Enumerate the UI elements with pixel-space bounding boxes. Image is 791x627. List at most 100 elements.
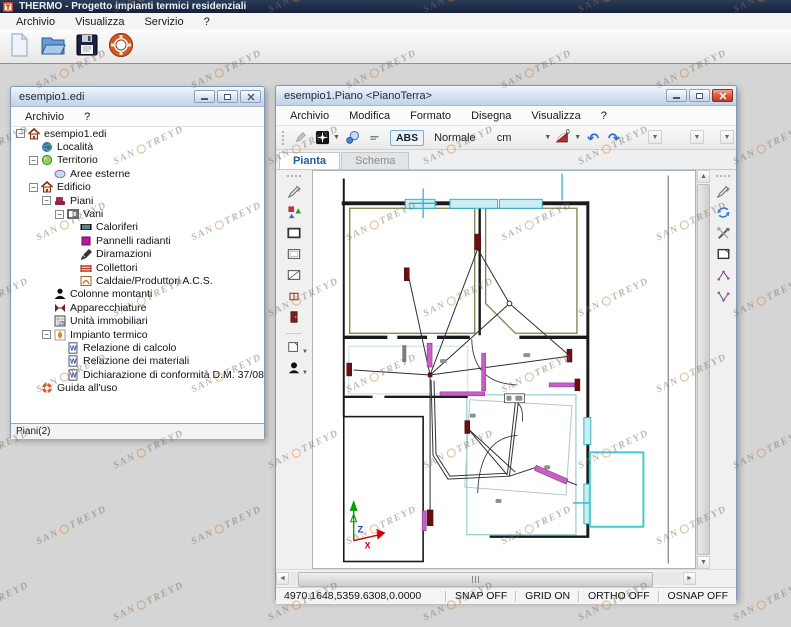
tree-node-guida-all-uso[interactable]: Guida all'uso	[11, 381, 264, 394]
menu-item-formato[interactable]: Formato	[400, 109, 461, 123]
menu-item-disegna[interactable]: Disegna	[461, 109, 521, 123]
tree-expander[interactable]: −	[42, 330, 51, 340]
menu-item-archivio[interactable]: Archivio	[15, 110, 74, 124]
snap-toggle[interactable]: SNAP OFF	[447, 590, 515, 602]
horizontal-scroll-track[interactable]	[290, 572, 682, 587]
tree-expander[interactable]: −	[42, 196, 51, 206]
redo-button[interactable]: ↷	[605, 131, 623, 145]
toolbar-overflow-2[interactable]: ▼	[690, 130, 704, 144]
tree-node-territorio[interactable]: − Territorio	[11, 154, 264, 167]
layer-box-button[interactable]	[313, 128, 332, 147]
horizontal-scroll-thumb[interactable]	[297, 572, 653, 587]
osnap-toggle[interactable]: OSNAP OFF	[660, 590, 736, 602]
nodes-up-button[interactable]	[713, 267, 733, 286]
layer-dropdown-arrow[interactable]: ▼	[333, 134, 340, 141]
tree-node-aree-esterne[interactable]: Aree esterne	[11, 167, 264, 180]
angle-protractor-button[interactable]: 0	[554, 128, 573, 147]
scroll-right-arrow[interactable]: ►	[683, 572, 696, 585]
scroll-up-arrow[interactable]: ▲	[697, 170, 710, 183]
levels-button[interactable]	[365, 128, 384, 147]
help-button[interactable]	[106, 32, 136, 62]
cad-maximize-button[interactable]	[689, 89, 710, 102]
scroll-down-arrow[interactable]: ▼	[697, 556, 710, 569]
quill-check-button-2[interactable]	[713, 183, 733, 202]
open-file-button[interactable]	[38, 32, 68, 62]
menu-item-help[interactable]: ?	[74, 110, 100, 124]
tree-expander[interactable]: −	[55, 209, 64, 219]
tree-close-button[interactable]	[240, 90, 261, 103]
refresh-button[interactable]	[713, 204, 733, 223]
tree-node-vani[interactable]: − Vani	[11, 207, 264, 220]
drawing-canvas[interactable]: Z X	[312, 170, 696, 569]
tree-node-impianto-termico[interactable]: − Impianto termico	[11, 328, 264, 341]
abs-toggle-button[interactable]: ABS	[389, 129, 425, 146]
menu-item-help[interactable]: ?	[591, 109, 617, 123]
block-dropdown-button[interactable]: ▼	[284, 339, 308, 358]
tree-minimize-button[interactable]	[194, 90, 215, 103]
tab-schema[interactable]: Schema	[341, 152, 410, 169]
tree-node-caldaie-produttori-a-c-s[interactable]: Caldaie/Produttori A.C.S.	[11, 274, 264, 287]
menu-item-visualizza[interactable]: Visualizza	[521, 109, 590, 123]
tree-maximize-button[interactable]	[217, 90, 238, 103]
horizontal-scrollbar[interactable]: ◄ ►	[276, 569, 736, 587]
quill-check-button[interactable]	[284, 183, 304, 202]
cad-window-titlebar[interactable]: esempio1.Piano <PianoTerra>	[276, 86, 736, 106]
vertical-scroll-thumb[interactable]	[697, 184, 710, 555]
tree-node-collettori[interactable]: Collettori	[11, 261, 264, 274]
tree-node-edificio[interactable]: − Edificio	[11, 181, 264, 194]
unit-combo[interactable]: cm	[493, 132, 516, 144]
toolbar-grip[interactable]	[287, 175, 301, 179]
tree-node-esempio1-edi[interactable]: − esempio1.edi	[11, 127, 264, 140]
tree-node-dichiarazione-di-conformit-d-m-37-08[interactable]: W Dichiarazione di conformità D.M. 37/08	[11, 368, 264, 381]
grid-toggle[interactable]: GRID ON	[517, 590, 578, 602]
vertical-scrollbar[interactable]: ▲ ▼	[696, 170, 710, 569]
tree-expander[interactable]: −	[16, 129, 25, 139]
menu-item-help[interactable]: ?	[194, 15, 220, 29]
tree-node-diramazioni[interactable]: Diramazioni	[11, 248, 264, 261]
tree-expander[interactable]: −	[29, 155, 38, 165]
menu-item-archivio[interactable]: Archivio	[280, 109, 339, 123]
room-plain-button[interactable]	[284, 246, 304, 265]
draw-elements-button[interactable]	[284, 204, 304, 223]
ortho-toggle[interactable]: ORTHO OFF	[580, 590, 658, 602]
tree-node-localit[interactable]: Località	[11, 140, 264, 153]
tree-expander[interactable]: −	[29, 182, 38, 192]
menu-item-visualizza[interactable]: Visualizza	[65, 15, 134, 29]
line-style-combo[interactable]: Normale	[430, 132, 480, 144]
toolbar-overflow-1[interactable]: ▼	[648, 130, 662, 144]
tree-node-caloriferi[interactable]: Caloriferi	[11, 221, 264, 234]
scroll-left-arrow[interactable]: ◄	[276, 572, 289, 585]
nodes-down-button[interactable]	[713, 288, 733, 307]
room-outline-button[interactable]	[284, 225, 304, 244]
angle-dropdown-arrow[interactable]: ▼	[574, 134, 581, 141]
menu-item-archivio[interactable]: Archivio	[6, 15, 65, 29]
new-document-button[interactable]	[4, 32, 34, 62]
tree-node-apparecchiature[interactable]: Apparecchiature	[11, 301, 264, 314]
menu-item-modifica[interactable]: Modifica	[339, 109, 400, 123]
menu-item-servizio[interactable]: Servizio	[134, 15, 193, 29]
toolbar-overflow-3[interactable]: ▼	[720, 130, 734, 144]
tree-node-colonne-montanti[interactable]: Colonne montanti	[11, 288, 264, 301]
tree-node-relazione-dei-materiali[interactable]: W Relazione dei materiali	[11, 355, 264, 368]
tree-node-piani[interactable]: − Piani	[11, 194, 264, 207]
door-tool-button[interactable]	[284, 309, 304, 328]
cad-minimize-button[interactable]	[666, 89, 687, 102]
snap-object-button[interactable]	[343, 128, 362, 147]
main-titlebar[interactable]: THERMO - Progetto impianti termici resid…	[0, 0, 791, 13]
pen-tool-button[interactable]	[291, 128, 310, 147]
window-tool-button[interactable]	[284, 288, 304, 307]
undo-button[interactable]: ↶	[584, 131, 602, 145]
cad-close-button[interactable]	[712, 89, 733, 102]
tree-node-unit-immobiliari[interactable]: 25 Unità immobiliari	[11, 314, 264, 327]
save-button[interactable]	[72, 32, 102, 62]
toolbar-grip[interactable]	[716, 175, 730, 179]
tools-button[interactable]	[713, 225, 733, 244]
tab-pianta[interactable]: Pianta	[279, 152, 341, 169]
tree-window-titlebar[interactable]: esempio1.edi	[11, 87, 264, 107]
region-button[interactable]	[713, 246, 733, 265]
person-dropdown-button[interactable]: ▼	[284, 360, 308, 379]
tree-node-relazione-di-calcolo[interactable]: W Relazione di calcolo	[11, 341, 264, 354]
tree-node-pannelli-radianti[interactable]: Pannelli radianti	[11, 234, 264, 247]
unit-dropdown-arrow[interactable]: ▼	[544, 134, 551, 141]
room-diagonal-button[interactable]	[284, 267, 304, 286]
